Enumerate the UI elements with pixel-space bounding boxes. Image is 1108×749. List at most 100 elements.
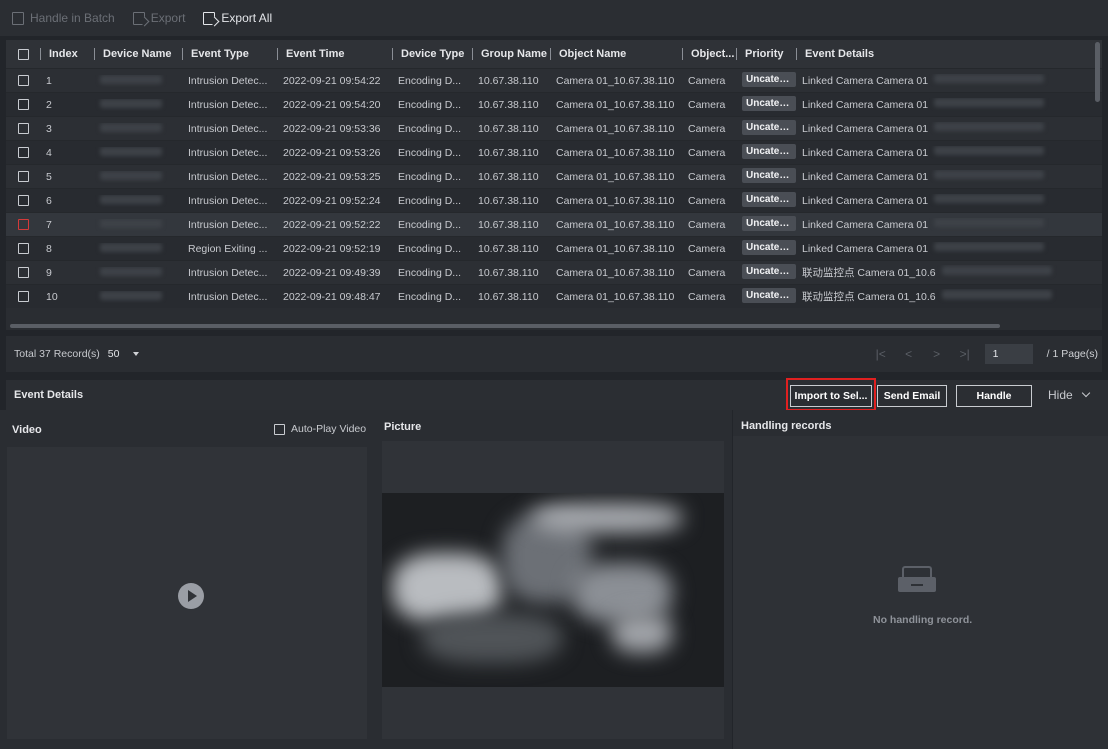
chevron-down-icon [1081, 388, 1090, 398]
row-checkbox-cell[interactable] [6, 171, 40, 182]
row-priority: Uncateg... [736, 167, 796, 186]
pagination-bar: Total 37 Record(s) 50 |< < > >| 1 / 1 Pa… [6, 336, 1102, 372]
row-device-type: Encoding D... [398, 146, 462, 159]
row-checkbox[interactable] [17, 291, 29, 302]
auto-play-toggle[interactable]: Auto-Play Video [274, 423, 366, 435]
redacted-device-name [100, 290, 162, 300]
row-checkbox[interactable] [17, 219, 29, 230]
row-event-time: 2022-09-21 09:54:22 [283, 74, 381, 87]
redacted-device-name [100, 122, 162, 132]
table-row[interactable]: 3 Intrusion Detec... 2022-09-21 09:53:36 En… [6, 116, 1102, 140]
send-email-button[interactable]: Send Email [877, 385, 947, 407]
header-device-type[interactable]: Device Type [392, 48, 472, 60]
prev-page-icon[interactable]: < [895, 347, 923, 361]
export-button[interactable]: Export [132, 11, 185, 25]
handle-in-batch-button[interactable]: Handle in Batch [12, 11, 115, 25]
header-event-time[interactable]: Event Time [277, 48, 392, 60]
page-size-select[interactable]: 50 [108, 348, 140, 360]
row-index: 1 [46, 74, 52, 87]
event-details-text: Linked Camera Camera 01 [802, 74, 929, 87]
row-checkbox[interactable] [17, 99, 29, 110]
header-device-name[interactable]: Device Name [94, 48, 182, 60]
row-checkbox-cell[interactable] [6, 243, 40, 254]
highlight-box [786, 378, 876, 411]
row-checkbox-cell[interactable] [6, 99, 40, 110]
table-row[interactable]: 8 Region Exiting ... 2022-09-21 09:52:19 En… [6, 236, 1102, 260]
caret-down-icon [133, 352, 140, 356]
table-row[interactable]: 9 Intrusion Detec... 2022-09-21 09:49:39 En… [6, 260, 1102, 284]
table-row[interactable]: 10 Intrusion Detec... 2022-09-21 09:48:47 E… [6, 284, 1102, 308]
header-priority[interactable]: Priority [736, 48, 796, 60]
row-group-name: 10.67.38.110 [478, 146, 539, 159]
row-checkbox[interactable] [17, 147, 29, 158]
row-checkbox[interactable] [17, 243, 29, 254]
vertical-scrollbar[interactable] [1095, 42, 1100, 102]
priority-badge: Uncateg... [742, 239, 796, 255]
row-object-name: Camera 01_10.67.38.110 [556, 146, 675, 159]
row-event-type: Intrusion Detec... [188, 98, 268, 111]
table-row[interactable]: 1 Intrusion Detec... 2022-09-21 09:54:22 En… [6, 68, 1102, 92]
row-group-name: 10.67.38.110 [478, 266, 539, 279]
total-records: Total 37 Record(s) [14, 348, 100, 360]
row-checkbox[interactable] [17, 123, 29, 134]
row-device-type: Encoding D... [398, 242, 462, 255]
row-event-details: 联动监控点 Camera 01_10.6 [796, 265, 1096, 280]
auto-play-label: Auto-Play Video [291, 423, 367, 435]
row-index: 6 [46, 194, 52, 207]
first-page-icon[interactable]: |< [867, 347, 895, 361]
row-checkbox-cell[interactable] [6, 75, 40, 86]
header-event-type[interactable]: Event Type [182, 48, 277, 60]
table-row[interactable]: 6 Intrusion Detec... 2022-09-21 09:52:24 En… [6, 188, 1102, 212]
table-row[interactable]: 4 Intrusion Detec... 2022-09-21 09:53:26 En… [6, 140, 1102, 164]
row-index: 5 [46, 170, 52, 183]
row-event-time: 2022-09-21 09:54:20 [283, 98, 381, 111]
event-details-title: Event Details [14, 389, 84, 401]
row-event-type: Intrusion Detec... [188, 74, 268, 87]
event-snapshot-image[interactable] [382, 493, 724, 687]
row-object-type: Camera [688, 122, 726, 135]
header-object-type[interactable]: Object... [682, 48, 736, 60]
handle-button[interactable]: Handle [956, 385, 1032, 407]
auto-play-checkbox[interactable] [274, 423, 285, 435]
row-checkbox-cell[interactable] [6, 219, 40, 230]
row-checkbox-cell[interactable] [6, 147, 40, 158]
row-index: 8 [46, 242, 52, 255]
row-checkbox-cell[interactable] [6, 267, 40, 278]
priority-badge: Uncateg... [742, 263, 796, 279]
table-row[interactable]: 5 Intrusion Detec... 2022-09-21 09:53:25 En… [6, 164, 1102, 188]
page-number-input[interactable]: 1 [984, 344, 1033, 364]
row-checkbox[interactable] [17, 267, 29, 278]
export-all-button[interactable]: Export All [203, 11, 272, 25]
row-priority: Uncateg... [736, 95, 796, 114]
row-checkbox-cell[interactable] [6, 291, 40, 302]
redacted-device-name [100, 74, 162, 84]
row-index: 9 [46, 266, 52, 279]
event-details-text: Linked Camera Camera 01 [802, 146, 929, 159]
row-checkbox[interactable] [17, 75, 29, 86]
last-page-icon[interactable]: >| [951, 347, 979, 361]
horizontal-scrollbar[interactable] [10, 324, 1000, 328]
header-group-name[interactable]: Group Name [472, 48, 550, 60]
row-checkbox-cell[interactable] [6, 195, 40, 206]
row-object-type: Camera [688, 146, 726, 159]
hide-toggle[interactable]: Hide [1048, 388, 1090, 402]
header-event-details[interactable]: Event Details [796, 48, 1096, 60]
event-details-text: Linked Camera Camera 01 [802, 242, 929, 255]
row-event-details: Linked Camera Camera 01 [796, 74, 1096, 87]
row-object-name: Camera 01_10.67.38.110 [556, 122, 675, 135]
row-device-type: Encoding D... [398, 74, 462, 87]
select-all-checkbox[interactable] [17, 48, 29, 60]
row-event-details: Linked Camera Camera 01 [796, 218, 1096, 231]
redacted-device-name [100, 146, 162, 156]
header-index[interactable]: Index [40, 48, 94, 60]
row-checkbox-cell[interactable] [6, 123, 40, 134]
total-pages: / 1 Page(s) [1046, 348, 1098, 360]
row-checkbox[interactable] [17, 195, 29, 206]
table-row[interactable]: 7 Intrusion Detec... 2022-09-21 09:52:22 En… [6, 212, 1102, 236]
next-page-icon[interactable]: > [923, 347, 951, 361]
row-checkbox[interactable] [17, 171, 29, 182]
play-icon[interactable] [178, 583, 204, 609]
select-all-cell[interactable] [6, 48, 40, 60]
table-row[interactable]: 2 Intrusion Detec... 2022-09-21 09:54:20 En… [6, 92, 1102, 116]
header-object-name[interactable]: Object Name [550, 48, 682, 60]
